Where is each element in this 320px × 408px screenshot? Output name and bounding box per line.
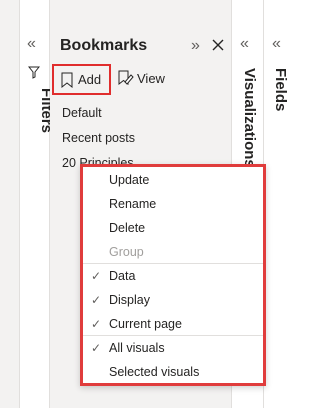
check-icon: ✓ [91, 341, 102, 355]
double-chevron-left-icon[interactable]: « [27, 36, 36, 52]
filters-pane[interactable]: « Filters [20, 0, 55, 408]
bookmark-add-icon [61, 72, 73, 88]
view-button-label: View [137, 70, 165, 86]
menu-item-update[interactable]: Update [109, 173, 149, 187]
double-chevron-left-icon[interactable]: « [272, 36, 281, 52]
menu-separator [83, 335, 263, 336]
menu-item-rename[interactable]: Rename [109, 197, 156, 211]
bookmark-item[interactable]: Recent posts [62, 131, 135, 145]
add-button-label: Add [78, 72, 102, 87]
left-strip [0, 0, 20, 408]
bookmark-context-menu: Update Rename Delete Group ✓ Data ✓ Disp… [80, 164, 266, 386]
check-icon: ✓ [91, 317, 102, 331]
bookmark-view-icon [118, 70, 134, 86]
menu-item-delete[interactable]: Delete [109, 221, 145, 235]
fields-label[interactable]: Fields [272, 68, 289, 111]
funnel-icon [28, 66, 40, 79]
close-icon[interactable] [211, 38, 225, 52]
bookmark-item[interactable]: Default [62, 106, 102, 120]
menu-item-display[interactable]: Display [109, 293, 150, 307]
double-chevron-right-icon[interactable]: » [191, 37, 200, 55]
add-bookmark-button[interactable]: Add [52, 64, 111, 95]
double-chevron-left-icon[interactable]: « [240, 36, 249, 52]
check-icon: ✓ [91, 293, 102, 307]
bookmarks-title: Bookmarks [60, 37, 148, 54]
fields-pane[interactable]: « Fields [264, 0, 298, 408]
check-icon: ✓ [91, 269, 102, 283]
visualizations-label[interactable]: Visualizations [241, 68, 258, 168]
view-button[interactable]: View [118, 70, 165, 86]
menu-item-all-visuals[interactable]: All visuals [109, 341, 165, 355]
menu-separator [83, 263, 263, 264]
menu-item-current-page[interactable]: Current page [109, 317, 182, 331]
menu-item-group: Group [109, 245, 144, 259]
menu-item-data[interactable]: Data [109, 269, 135, 283]
menu-item-selected-visuals[interactable]: Selected visuals [109, 365, 199, 379]
